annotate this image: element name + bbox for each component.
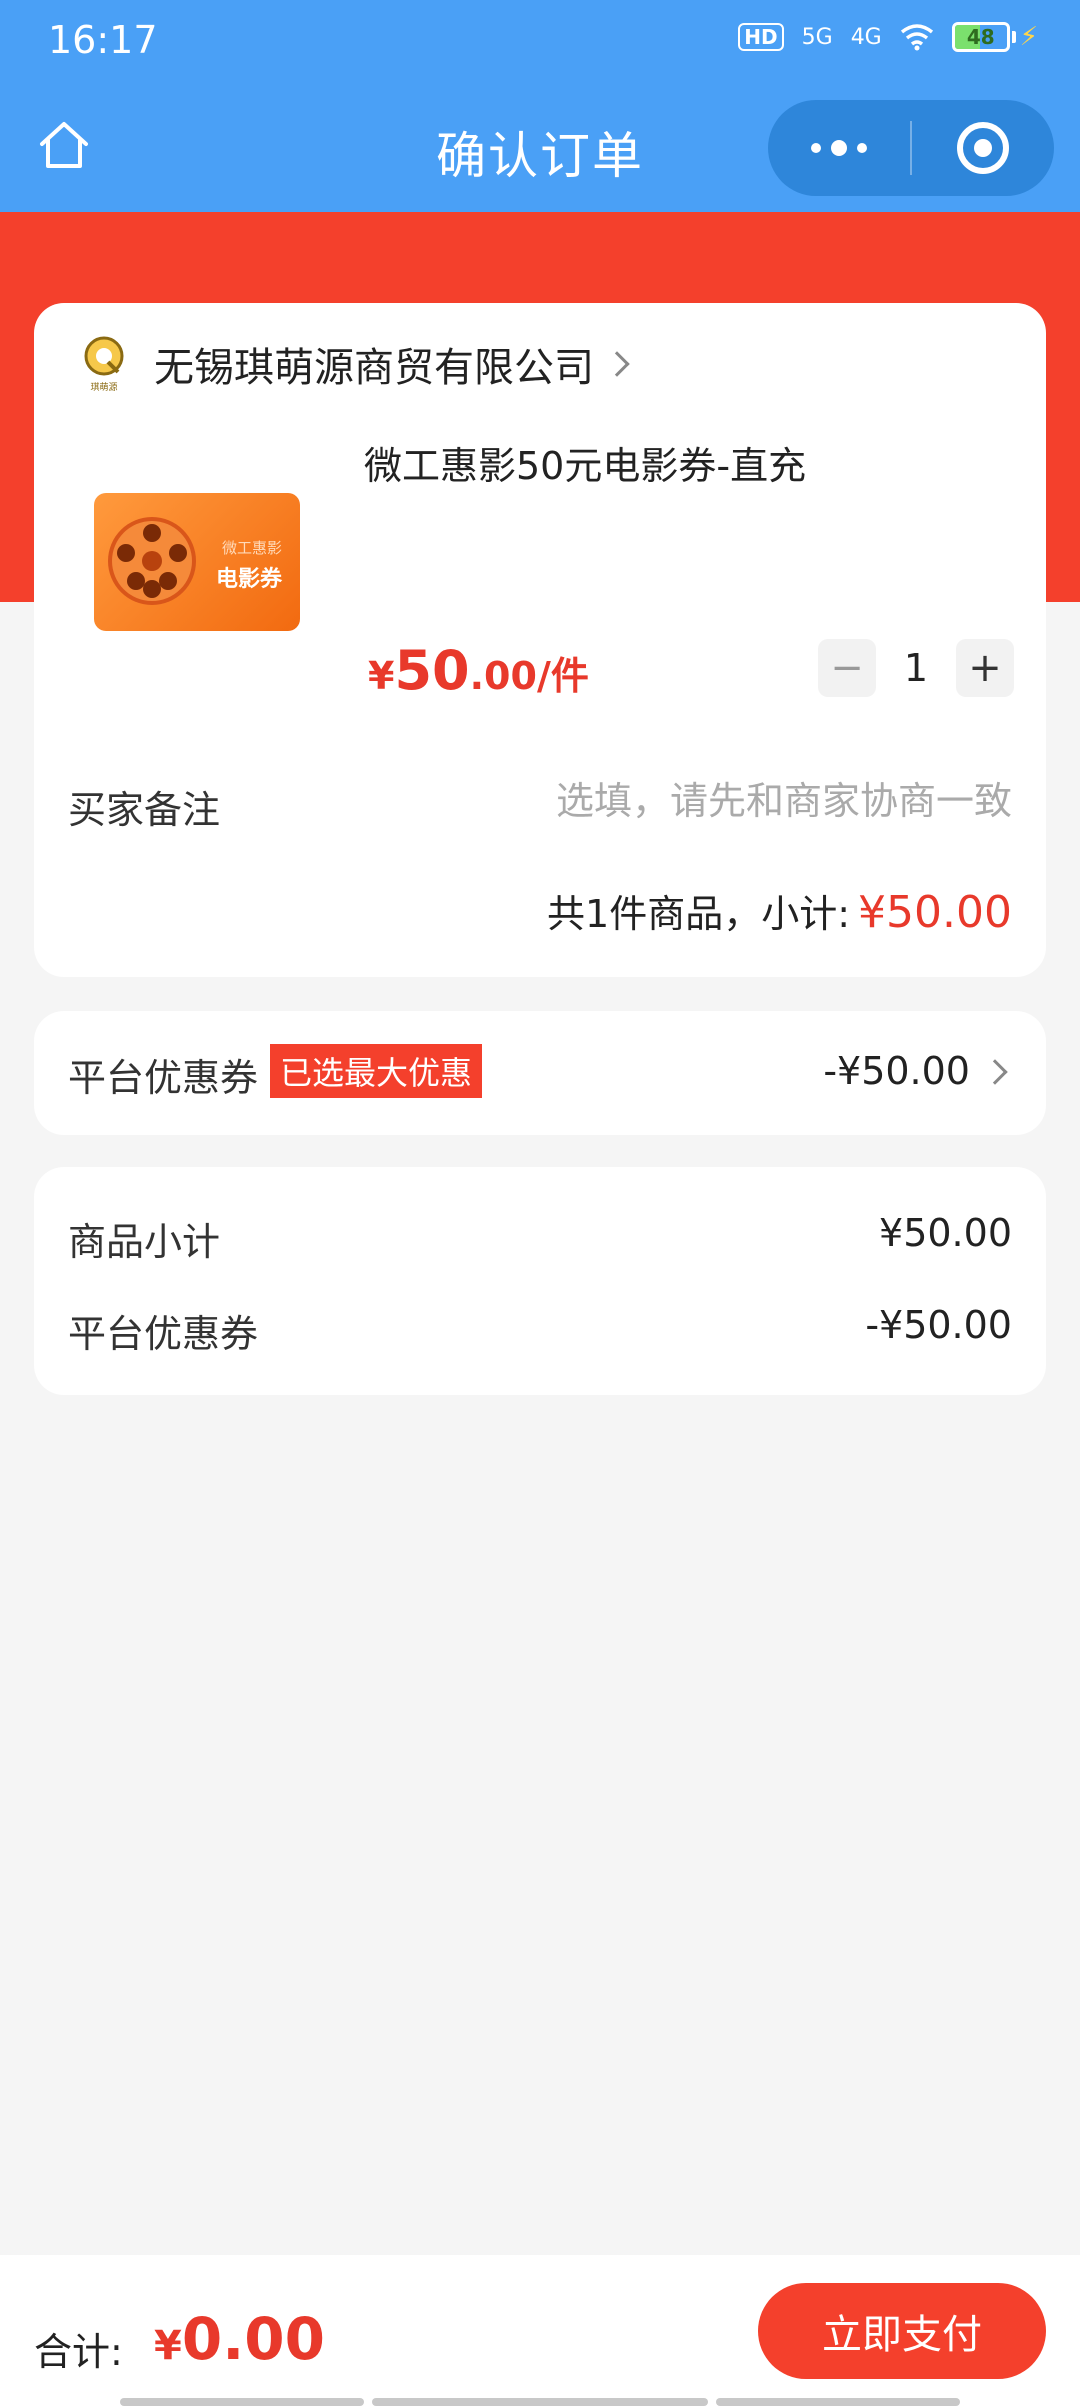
status-icons: HD 5G 4G 48 ⚡ (738, 22, 1038, 52)
checkout-bar: 合计: ¥0.00 立即支付 (0, 2255, 1080, 2408)
chevron-right-icon (982, 1059, 1008, 1085)
image-caption-small: 微工惠影 (221, 539, 282, 557)
status-time: 16:17 (48, 18, 158, 62)
battery-level: 48 (966, 25, 995, 49)
home-indicator (716, 2398, 960, 2406)
summary-value: -¥50.00 (865, 1303, 1012, 1347)
store-link[interactable]: 琪萌源 无锡琪萌源商贸有限公司 (76, 329, 630, 399)
summary-label: 商品小计 (68, 1220, 221, 1264)
target-close-icon[interactable] (912, 100, 1054, 196)
signal-5g-icon: 5G (801, 24, 833, 50)
wifi-icon (900, 24, 933, 51)
coupon-label: 平台优惠券 (68, 1056, 259, 1100)
order-card: 琪萌源 无锡琪萌源商贸有限公司 微工惠影 电影券 微工惠影50元电影券-直充 ¥… (34, 303, 1046, 977)
product-image: 微工惠影 电影券 (62, 427, 332, 697)
subtotal-text: 共1件商品，小计: (547, 892, 851, 936)
quantity-stepper: − 1 + (818, 639, 1014, 697)
quantity-value: 1 (903, 646, 929, 690)
pay-now-button[interactable]: 立即支付 (758, 2283, 1046, 2379)
subtotal-amount: ¥50.00 (858, 887, 1012, 938)
mini-program-capsule (768, 100, 1054, 196)
summary-value: ¥50.00 (879, 1211, 1012, 1255)
more-dots-icon[interactable] (768, 100, 910, 196)
increase-button[interactable]: + (956, 639, 1014, 697)
total-label: 合计: (34, 2330, 123, 2374)
summary-card: 商品小计 ¥50.00 平台优惠券 -¥50.00 (34, 1167, 1046, 1395)
remark-label: 买家备注 (68, 788, 221, 832)
store-name: 无锡琪萌源商贸有限公司 (154, 345, 594, 391)
total-amount: ¥0.00 (154, 2305, 325, 2373)
summary-label: 平台优惠券 (68, 1312, 259, 1356)
charging-icon: ⚡ (1019, 22, 1038, 52)
decrease-button[interactable]: − (818, 639, 876, 697)
signal-4g-icon: 4G (850, 24, 882, 50)
image-caption-large: 电影券 (215, 567, 282, 592)
chevron-right-icon (604, 351, 630, 377)
summary-row: 商品小计 ¥50.00 (68, 1211, 1012, 1266)
coupon-amount: -¥50.00 (823, 1049, 970, 1093)
store-logo: 琪萌源 (76, 332, 132, 396)
summary-row: 平台优惠券 -¥50.00 (68, 1303, 1012, 1358)
product-price: ¥50.00/件 (368, 639, 589, 702)
home-indicator (120, 2398, 364, 2406)
battery-icon: 48 ⚡ (951, 22, 1038, 52)
remark-input[interactable] (492, 771, 1012, 831)
home-indicator (372, 2398, 708, 2406)
svg-text:琪萌源: 琪萌源 (90, 381, 117, 393)
subtotal-row: 共1件商品，小计: ¥50.00 (547, 883, 1012, 938)
film-reel-icon (108, 517, 196, 605)
coupon-card[interactable]: 平台优惠券 已选最大优惠 -¥50.00 (34, 1011, 1046, 1135)
product-title: 微工惠影50元电影券-直充 (364, 444, 807, 488)
coupon-badge: 已选最大优惠 (270, 1044, 483, 1098)
top-bar: 16:17 HD 5G 4G 48 ⚡ 确认订单 (0, 0, 1080, 212)
hd-icon: HD (738, 23, 784, 51)
